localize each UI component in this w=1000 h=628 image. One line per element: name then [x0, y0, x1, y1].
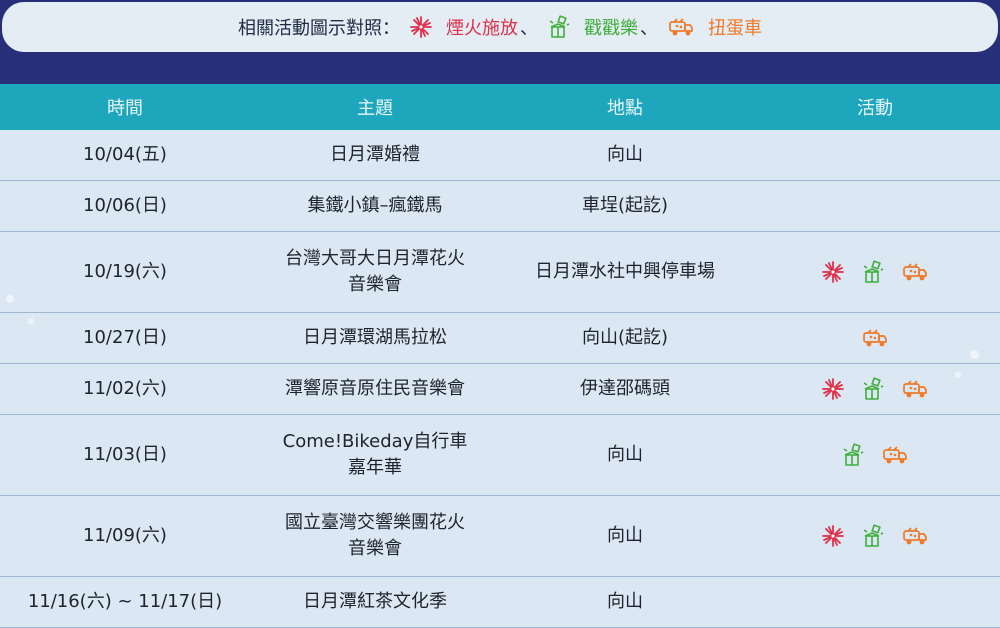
cell-place: 向山 — [607, 591, 643, 612]
cell-activities — [750, 181, 1000, 231]
background-sparkle — [955, 372, 961, 378]
topic-line: 國立臺灣交響樂團花火 — [285, 512, 465, 533]
legend-fireworks-label: 煙火施放 — [446, 18, 518, 39]
cell-place: 日月潭水社中興停車場 — [535, 261, 715, 282]
topic-line: 潭響原音原住民音樂會 — [285, 378, 465, 399]
table-header: 時間 主題 地點 活動 — [0, 84, 1000, 130]
cell-time: 11/09(六) — [83, 525, 167, 546]
cell-activities — [750, 364, 1000, 414]
truck-icon — [902, 526, 928, 546]
cell-topic: 潭響原音原住民音樂會 — [250, 364, 500, 414]
cell-topic: 日月潭環湖馬拉松 — [250, 313, 500, 363]
legend-fireworks: 煙火施放 — [410, 14, 518, 40]
background-sparkle — [28, 318, 34, 324]
cell-activities — [750, 577, 1000, 627]
icon-legend: 相關活動圖示對照： 煙火施放 、 戳戳樂 、 扭蛋車 — [2, 2, 998, 52]
cell-topic: Come!Bikeday自行車 嘉年華 — [250, 415, 500, 495]
cell-activities — [750, 130, 1000, 180]
topic-line: 嘉年華 — [348, 457, 402, 478]
cell-time: 10/06(日) — [83, 195, 167, 216]
table-row: 10/06(日) 集鐵小鎮–瘋鐵馬 車埕(起訖) — [0, 181, 1000, 232]
truck-icon — [668, 17, 701, 37]
topic-line: 日月潭紅茶文化季 — [303, 591, 447, 612]
header-place: 地點 — [607, 98, 643, 119]
table-row: 11/03(日) Come!Bikeday自行車 嘉年華 向山 — [0, 415, 1000, 496]
legend-separator: 、 — [520, 18, 538, 39]
cell-time: 10/04(五) — [83, 144, 167, 165]
cell-topic: 國立臺灣交響樂團花火 音樂會 — [250, 496, 500, 576]
cell-time: 10/19(六) — [83, 261, 167, 282]
cell-place: 向山 — [607, 444, 643, 465]
legend-prefix: 相關活動圖示對照： — [238, 18, 400, 39]
topic-line: 日月潭婚禮 — [330, 144, 420, 165]
fireworks-icon — [822, 261, 844, 283]
background-sparkle — [6, 295, 14, 303]
gift-icon — [862, 260, 884, 284]
cell-place: 車埕(起訖) — [581, 195, 669, 216]
truck-icon — [902, 262, 928, 282]
cell-time: 11/03(日) — [83, 444, 167, 465]
truck-icon — [882, 445, 908, 465]
gift-icon — [862, 377, 884, 401]
table-row: 10/27(日) 日月潭環湖馬拉松 向山(起訖) — [0, 313, 1000, 364]
header-time: 時間 — [107, 98, 143, 119]
fireworks-icon — [410, 16, 439, 38]
cell-place: 向山(起訖) — [581, 327, 669, 348]
cell-time: 11/02(六) — [83, 378, 167, 399]
fireworks-icon — [822, 378, 844, 400]
cell-time: 11/16(六) ~ 11/17(日) — [27, 591, 223, 612]
truck-icon — [902, 379, 928, 399]
legend-truck: 扭蛋車 — [668, 14, 762, 40]
gift-icon — [862, 524, 884, 548]
topic-line: 集鐵小鎮–瘋鐵馬 — [307, 195, 443, 216]
topic-line: 日月潭環湖馬拉松 — [303, 327, 447, 348]
table-row: 11/09(六) 國立臺灣交響樂團花火 音樂會 向山 — [0, 496, 1000, 577]
legend-truck-label: 扭蛋車 — [708, 18, 762, 39]
cell-activities — [750, 313, 1000, 363]
gift-icon — [548, 15, 577, 39]
cell-place: 向山 — [607, 144, 643, 165]
cell-place: 伊達邵碼頭 — [580, 378, 670, 399]
header-topic: 主題 — [357, 98, 393, 119]
gift-icon — [842, 443, 864, 467]
table-row: 11/16(六) ~ 11/17(日) 日月潭紅茶文化季 向山 — [0, 577, 1000, 628]
header-activities: 活動 — [857, 98, 893, 119]
cell-activities — [750, 415, 1000, 495]
cell-topic: 台灣大哥大日月潭花火 音樂會 — [250, 232, 500, 312]
cell-activities — [750, 232, 1000, 312]
cell-topic: 日月潭紅茶文化季 — [250, 577, 500, 627]
topic-line: 音樂會 — [348, 538, 402, 559]
legend-separator: 、 — [640, 18, 658, 39]
table-row: 10/19(六) 台灣大哥大日月潭花火 音樂會 日月潭水社中興停車場 — [0, 232, 1000, 313]
events-table: 時間 主題 地點 活動 10/04(五) 日月潭婚禮 向山 10/06(日) 集鐵小鎮–… — [0, 84, 1000, 628]
truck-icon — [862, 328, 888, 348]
table-row: 10/04(五) 日月潭婚禮 向山 — [0, 130, 1000, 181]
cell-place: 向山 — [607, 525, 643, 546]
topic-line: 台灣大哥大日月潭花火 — [285, 248, 465, 269]
fireworks-icon — [822, 525, 844, 547]
cell-activities — [750, 496, 1000, 576]
background-sparkle — [970, 350, 979, 359]
cell-time: 10/27(日) — [83, 327, 167, 348]
topic-line: 音樂會 — [348, 274, 402, 295]
legend-gift: 戳戳樂 — [548, 14, 638, 40]
table-body: 10/04(五) 日月潭婚禮 向山 10/06(日) 集鐵小鎮–瘋鐵馬 車埕(起訖) 10/… — [0, 130, 1000, 628]
legend-gift-label: 戳戳樂 — [584, 18, 638, 39]
table-row: 11/02(六) 潭響原音原住民音樂會 伊達邵碼頭 — [0, 364, 1000, 415]
topic-line: Come!Bikeday自行車 — [282, 431, 468, 452]
cell-topic: 集鐵小鎮–瘋鐵馬 — [250, 181, 500, 231]
cell-topic: 日月潭婚禮 — [250, 130, 500, 180]
